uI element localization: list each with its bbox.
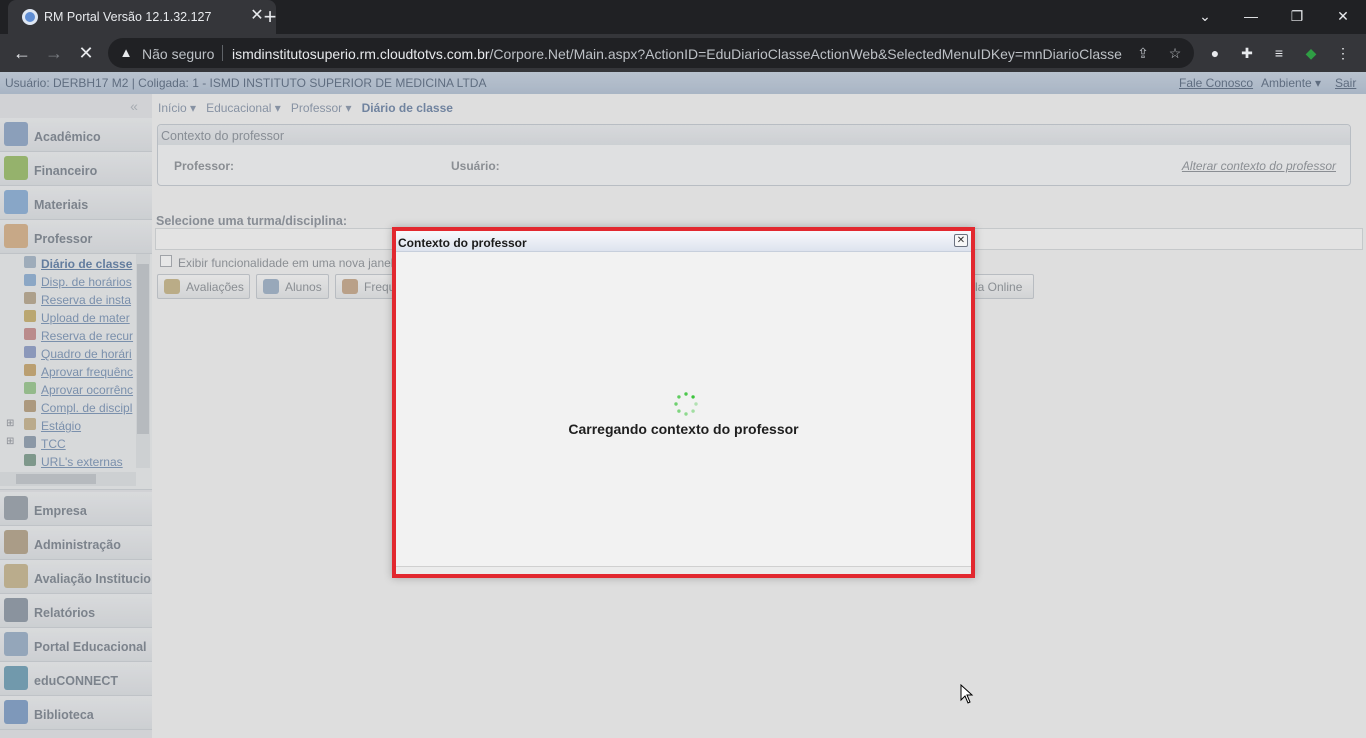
insecure-label[interactable]: Não seguro [142, 46, 214, 62]
address-separator [222, 45, 223, 61]
dialog-footer [396, 566, 971, 574]
address-bar[interactable]: ▲ Não seguro ismdinstitutosuperio.rm.clo… [108, 38, 1194, 68]
loading-spinner-icon [674, 392, 698, 416]
back-arrow-icon[interactable]: ← [10, 42, 34, 64]
extensions-puzzle-icon[interactable]: ✚ [1237, 43, 1257, 63]
bookmark-star-icon[interactable]: ☆ [1166, 44, 1184, 62]
dialog-title: Contexto do professor [398, 236, 527, 250]
spinner-dot [684, 392, 688, 396]
url-path: /Corpore.Net/Main.aspx?ActionID=EduDiari… [489, 46, 1122, 62]
site-favicon-icon [22, 9, 38, 25]
warning-triangle-icon[interactable]: ▲ [118, 45, 134, 61]
spinner-dot [694, 402, 698, 406]
url-text[interactable]: ismdinstitutosuperio.rm.cloudtotvs.com.b… [232, 46, 1122, 62]
dialog-body: Carregando contexto do professor [396, 253, 971, 565]
url-host: ismdinstitutosuperio.rm.cloudtotvs.com.b… [232, 46, 490, 62]
loading-message: Carregando contexto do professor [568, 421, 799, 437]
browser-tab[interactable]: RM Portal Versão 12.1.32.127 ✕ [8, 0, 276, 34]
media-control-icon[interactable]: ≡ [1269, 43, 1289, 63]
tab-search-icon[interactable]: ⌄ [1182, 0, 1228, 34]
dialog-close-button[interactable]: ✕ [954, 234, 968, 247]
spinner-dot [674, 402, 678, 406]
professor-context-dialog: Contexto do professor ✕ Carregando conte… [392, 227, 975, 578]
extension-globe-icon[interactable]: ● [1205, 43, 1225, 63]
forward-arrow-icon[interactable]: → [42, 42, 66, 64]
spinner-dot [691, 409, 695, 413]
browser-tab-strip: RM Portal Versão 12.1.32.127 ✕ + ⌄ — ❐ ✕ [0, 0, 1366, 34]
browser-menu-icon[interactable]: ⋮ [1333, 43, 1353, 63]
spinner-dot [691, 395, 695, 399]
shield-extension-icon[interactable]: ◆ [1301, 43, 1321, 63]
browser-toolbar: ← → ✕ ▲ Não seguro ismdinstitutosuperio.… [0, 34, 1366, 72]
spinner-dot [677, 395, 681, 399]
spinner-dot [677, 409, 681, 413]
close-window-button[interactable]: ✕ [1320, 0, 1366, 34]
minimize-window-button[interactable]: — [1228, 0, 1274, 34]
spinner-dot [684, 412, 688, 416]
new-tab-button[interactable]: + [258, 6, 282, 28]
tab-title: RM Portal Versão 12.1.32.127 [44, 10, 212, 24]
dialog-header: Contexto do professor ✕ [396, 231, 971, 252]
restore-window-button[interactable]: ❐ [1274, 0, 1320, 34]
share-icon[interactable]: ⇪ [1134, 44, 1152, 62]
stop-loading-icon[interactable]: ✕ [74, 42, 98, 64]
mouse-cursor-icon [960, 684, 974, 704]
